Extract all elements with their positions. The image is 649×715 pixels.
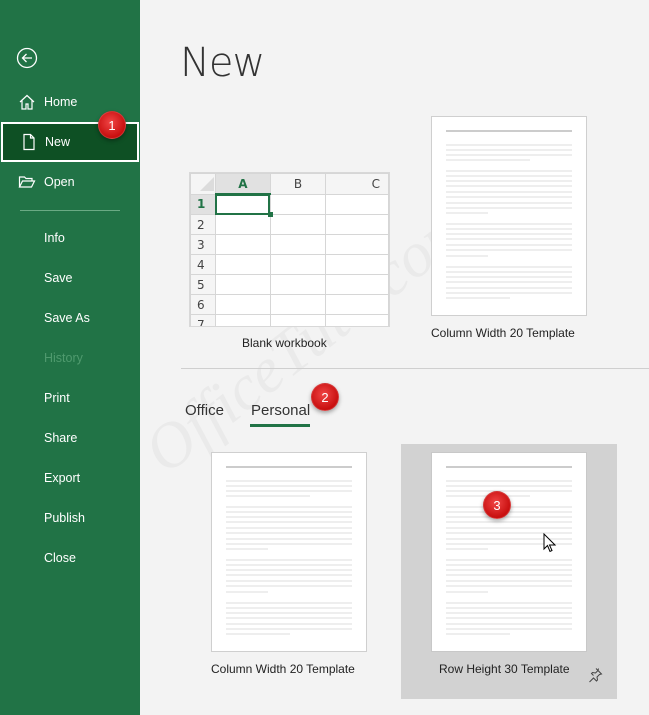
sidebar-item-save-as[interactable]: Save As [0, 298, 140, 338]
selected-cell [214, 193, 273, 217]
tab-personal-indicator [250, 424, 310, 427]
annotation-badge: 2 [311, 383, 339, 411]
row-header: 7 [190, 314, 216, 326]
sidebar-item-label: Close [44, 551, 76, 565]
sidebar-item-label: Publish [44, 511, 85, 525]
annotation-badge: 1 [98, 111, 126, 139]
sidebar-item-export[interactable]: Export [0, 458, 140, 498]
document-preview-lines [226, 466, 352, 635]
pin-icon[interactable] [587, 667, 603, 683]
tab-personal[interactable]: Personal [251, 402, 310, 419]
column-header: C [324, 173, 389, 195]
workbook-grid: A B C 1 2 3 4 5 6 7 [190, 173, 389, 326]
sidebar-item-label: Home [44, 95, 78, 109]
sidebar-item-open[interactable]: Open [0, 162, 140, 202]
row-header: 3 [190, 234, 216, 255]
sidebar-item-label: Save [44, 271, 73, 285]
sidebar-item-publish[interactable]: Publish [0, 498, 140, 538]
featured-template-label[interactable]: Column Width 20 Template [431, 326, 575, 340]
sidebar-item-close[interactable]: Close [0, 538, 140, 578]
sidebar-item-save[interactable]: Save [0, 258, 140, 298]
section-divider [181, 368, 649, 369]
template-thumbnail-personal-1[interactable] [211, 452, 367, 652]
sidebar-item-label: History [44, 351, 83, 365]
sidebar-item-info[interactable]: Info [0, 218, 140, 258]
tab-office[interactable]: Office [185, 402, 224, 419]
new-document-icon [23, 133, 35, 151]
sidebar-item-share[interactable]: Share [0, 418, 140, 458]
sidebar-item-label: Export [44, 471, 81, 485]
row-header: 4 [190, 254, 216, 275]
document-preview-lines [446, 130, 572, 299]
column-header: B [269, 173, 326, 195]
sidebar-divider [20, 210, 120, 211]
personal-template-label[interactable]: Row Height 30 Template [439, 662, 570, 676]
backstage-sidebar: Home New Open Info Save Save As History … [0, 0, 140, 715]
template-thumbnail-featured[interactable] [431, 116, 587, 316]
personal-template-label[interactable]: Column Width 20 Template [211, 662, 355, 676]
template-thumbnail-personal-2[interactable] [431, 452, 587, 652]
row-header: 2 [190, 214, 216, 235]
mouse-cursor-icon [543, 533, 557, 553]
sidebar-item-label: Share [44, 431, 78, 445]
back-arrow-circle-icon[interactable] [16, 47, 38, 69]
home-icon [19, 94, 35, 110]
document-preview-lines [446, 466, 572, 635]
sidebar-item-history: History [0, 338, 140, 378]
column-header: A [214, 173, 271, 195]
blank-workbook-label[interactable]: Blank workbook [242, 336, 327, 350]
sidebar-item-label: Info [44, 231, 65, 245]
select-all-corner [190, 173, 216, 195]
page-title: New [180, 40, 265, 86]
row-header: 1 [190, 193, 216, 215]
sidebar-item-label: Open [44, 175, 75, 189]
annotation-badge: 3 [483, 491, 511, 519]
sidebar-item-label: New [45, 135, 71, 149]
sidebar-item-label: Save As [44, 311, 90, 325]
blank-workbook-thumbnail[interactable]: A B C 1 2 3 4 5 6 7 [189, 172, 390, 327]
open-folder-icon [18, 176, 36, 188]
sidebar-item-print[interactable]: Print [0, 378, 140, 418]
row-header: 5 [190, 274, 216, 295]
sidebar-item-label: Print [44, 391, 70, 405]
row-header: 6 [190, 294, 216, 315]
